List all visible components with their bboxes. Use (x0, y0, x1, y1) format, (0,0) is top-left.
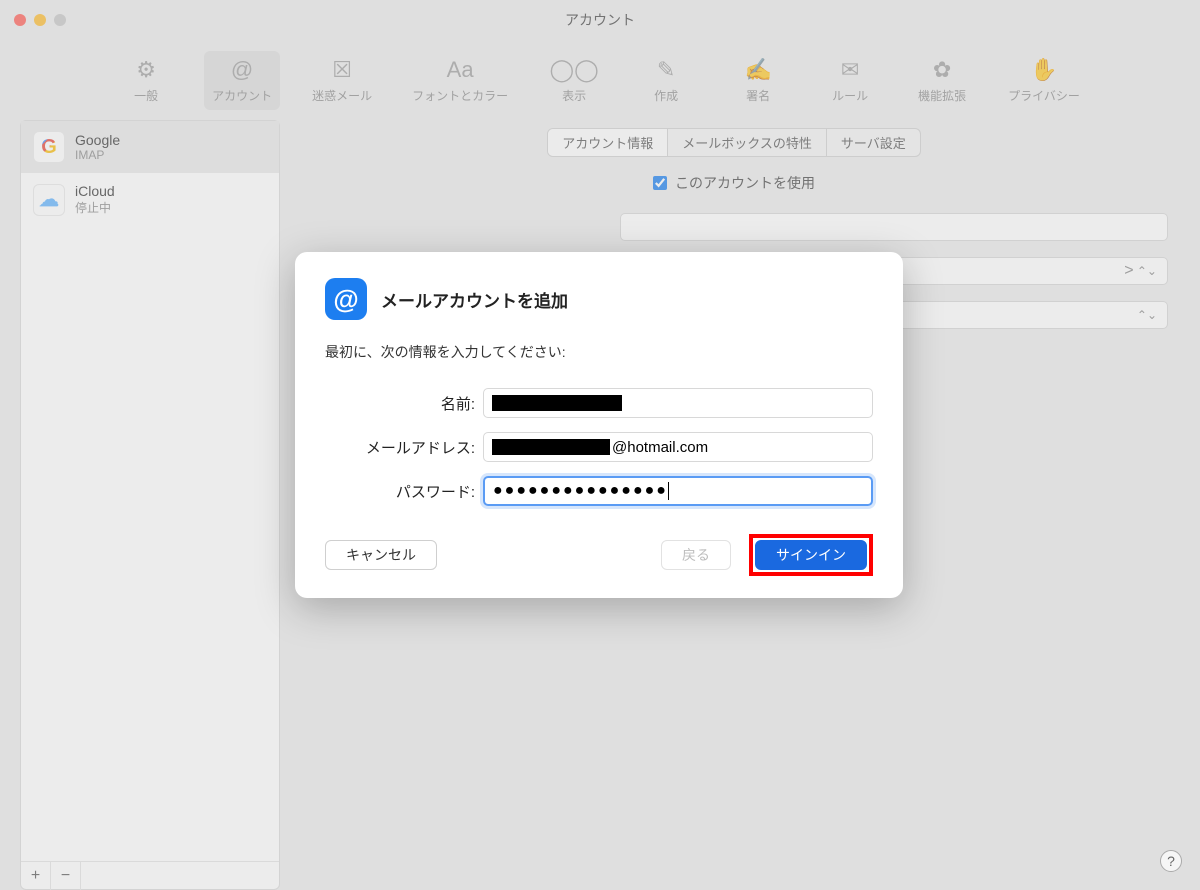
email-label: メールアドレス: (325, 437, 483, 458)
password-label: パスワード: (325, 481, 483, 502)
dialog-instruction: 最初に、次の情報を入力してください: (325, 342, 873, 362)
signin-button[interactable]: サインイン (755, 540, 867, 570)
dialog-title: メールアカウントを追加 (381, 287, 568, 312)
redacted-email-local (492, 439, 610, 455)
mail-app-icon: @ (325, 278, 367, 320)
name-label: 名前: (325, 393, 483, 414)
signin-highlight: サインイン (749, 534, 873, 576)
email-row: メールアドレス: @hotmail.com (325, 432, 873, 462)
password-row: パスワード: ●●●●●●●●●●●●●●● (325, 476, 873, 506)
dialog-header: @ メールアカウントを追加 (325, 278, 873, 320)
add-mail-account-dialog: @ メールアカウントを追加 最初に、次の情報を入力してください: 名前: メール… (295, 252, 903, 598)
name-input[interactable] (483, 388, 873, 418)
email-domain: @hotmail.com (612, 439, 708, 456)
cancel-button[interactable]: キャンセル (325, 540, 437, 570)
password-input[interactable]: ●●●●●●●●●●●●●●● (483, 476, 873, 506)
back-button: 戻る (661, 540, 731, 570)
help-button[interactable]: ? (1160, 850, 1182, 872)
password-dots: ●●●●●●●●●●●●●●● (493, 482, 668, 500)
name-row: 名前: (325, 388, 873, 418)
dialog-buttons: キャンセル 戻る サインイン (325, 534, 873, 576)
text-cursor (668, 482, 669, 500)
redacted-name (492, 395, 622, 411)
email-input[interactable]: @hotmail.com (483, 432, 873, 462)
